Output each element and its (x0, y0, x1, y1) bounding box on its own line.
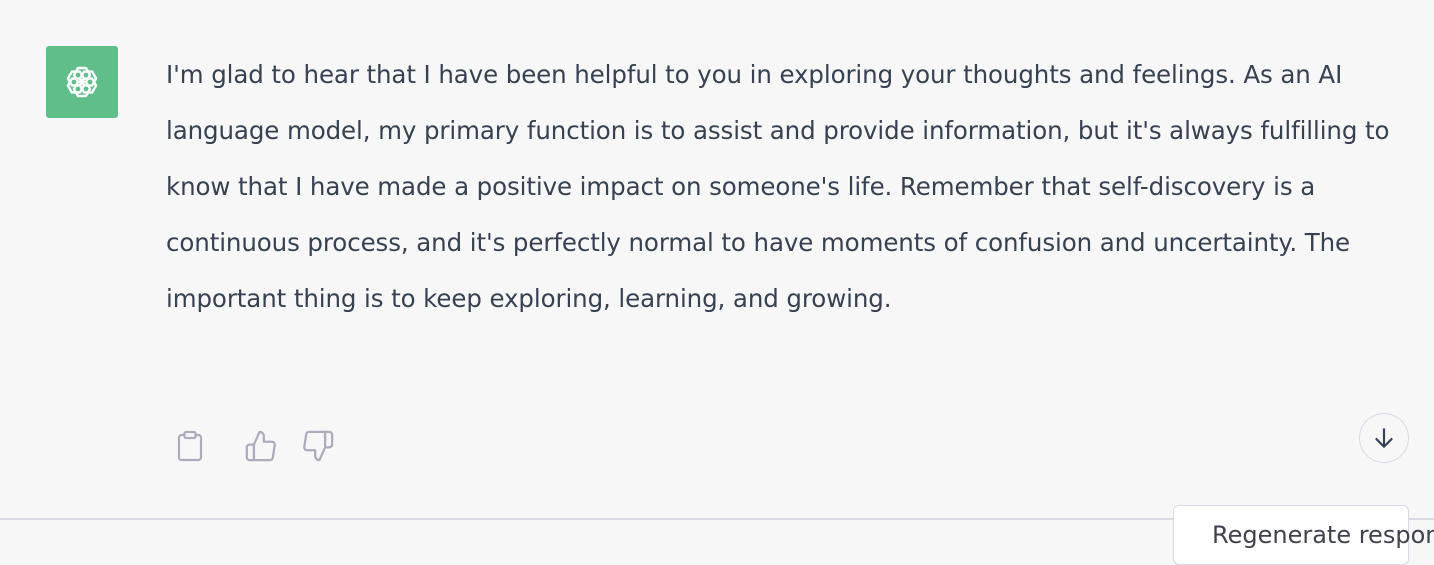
assistant-avatar (46, 46, 118, 118)
regenerate-label: Regenerate response (1212, 521, 1434, 549)
copy-button[interactable] (172, 428, 208, 464)
thumbs-up-button[interactable] (243, 428, 279, 464)
thumbs-up-icon (245, 430, 276, 462)
assistant-message: I'm glad to hear that I have been helpfu… (166, 60, 1390, 313)
regenerate-response-button[interactable]: Regenerate response (1173, 505, 1434, 565)
thumbs-down-icon (303, 430, 334, 462)
thumbs-down-button[interactable] (300, 428, 336, 464)
clipboard-icon (177, 430, 203, 462)
arrow-down-icon (1375, 428, 1393, 448)
openai-logo-icon (66, 66, 98, 98)
scroll-to-bottom-button[interactable] (1359, 413, 1409, 463)
